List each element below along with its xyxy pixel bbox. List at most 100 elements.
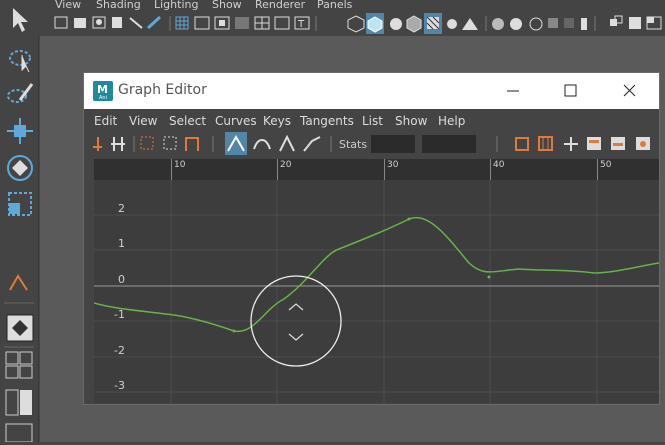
camera-attributes-icon[interactable] — [74, 18, 86, 28]
animation-curve-icon[interactable] — [9, 274, 28, 291]
layout-bottom-icon[interactable] — [5, 423, 33, 443]
image-plane-icon[interactable] — [112, 17, 122, 28]
chevron-down-icon[interactable] — [288, 333, 304, 341]
safe-action-icon[interactable] — [274, 16, 290, 30]
textured-icon[interactable] — [424, 13, 442, 34]
value-tick-neg1: -1 — [114, 308, 125, 321]
layout-two-icon[interactable] — [5, 389, 32, 416]
graph-editor-toolbar: Stats — [84, 131, 659, 157]
scale-tool-icon[interactable] — [8, 192, 32, 216]
insert-key-icon[interactable] — [111, 137, 125, 151]
grease-pencil-icon[interactable] — [146, 15, 162, 30]
scroll-overlay[interactable] — [249, 274, 345, 370]
tick-10: 10 — [174, 160, 186, 170]
tick-30: 30 — [387, 160, 399, 170]
bookmark-icon[interactable] — [92, 16, 106, 29]
move-key-icon[interactable] — [93, 137, 102, 151]
graph-area[interactable] — [89, 159, 660, 403]
menu-shading[interactable]: Shading — [96, 0, 141, 11]
depth-of-field-icon[interactable] — [548, 18, 558, 28]
lattice-deform-icon[interactable] — [140, 136, 154, 150]
menu-panels[interactable]: Panels — [317, 0, 352, 11]
menu-keys[interactable]: Keys — [263, 114, 291, 128]
grid-icon[interactable] — [175, 16, 189, 30]
2d-pan-icon[interactable] — [129, 17, 143, 29]
layout-four-icon[interactable] — [5, 351, 33, 379]
film-gate-icon[interactable] — [194, 16, 210, 30]
stats-field-2[interactable] — [422, 135, 476, 153]
menu-view[interactable]: View — [55, 0, 81, 11]
tick-20: 20 — [280, 160, 292, 170]
animation-curve[interactable] — [93, 216, 660, 333]
two-pane-icon[interactable] — [629, 17, 641, 29]
rotate-tool-icon[interactable] — [7, 155, 33, 181]
menu-view[interactable]: View — [129, 114, 157, 128]
center-current-time-icon[interactable] — [564, 137, 578, 151]
safe-title-icon[interactable]: T — [294, 16, 310, 30]
maximize-icon[interactable] — [564, 84, 577, 97]
frame-playback-icon[interactable] — [538, 136, 553, 151]
gate-mask-icon[interactable] — [235, 17, 249, 29]
move-tool-icon[interactable] — [7, 118, 33, 144]
wireframe-icon[interactable] — [347, 15, 365, 33]
window-controls — [507, 84, 636, 97]
wireframe-on-shaded-icon[interactable] — [406, 15, 422, 33]
four-pane-icon[interactable] — [646, 16, 662, 30]
title-bar[interactable]: M Ani Graph Editor — [84, 73, 659, 109]
lights-icon[interactable] — [447, 19, 457, 29]
xray-icon[interactable] — [581, 18, 587, 30]
retime-tool-icon[interactable] — [185, 137, 199, 151]
stats-field-1[interactable] — [371, 135, 415, 153]
time-ruler[interactable]: 10 20 30 40 50 — [94, 159, 659, 180]
auto-tangent-icon[interactable] — [225, 132, 247, 155]
svg-text:Ani: Ani — [99, 95, 107, 101]
default-material-icon[interactable] — [390, 18, 402, 30]
menu-select[interactable]: Select — [169, 114, 206, 128]
field-chart-icon[interactable] — [254, 16, 270, 30]
menu-lighting[interactable]: Lighting — [154, 0, 198, 11]
select-camera-icon[interactable] — [54, 16, 68, 29]
isolate-select-icon[interactable] — [564, 18, 574, 28]
ambient-occlusion-icon[interactable] — [492, 18, 504, 30]
menu-tangents[interactable]: Tangents — [300, 114, 354, 128]
dope-sheet-icon[interactable] — [587, 137, 601, 150]
tick-50: 50 — [600, 160, 612, 170]
tool-box — [0, 0, 39, 443]
frame-all-icon[interactable] — [515, 137, 529, 151]
spline-tangent-icon[interactable] — [253, 139, 271, 150]
anti-aliasing-icon[interactable] — [529, 17, 543, 31]
lasso-tool-icon[interactable] — [9, 50, 31, 73]
trax-editor-icon[interactable] — [636, 137, 650, 150]
time-grid — [170, 180, 598, 403]
linear-tangent-icon[interactable] — [303, 136, 321, 152]
menu-list[interactable]: List — [362, 114, 383, 128]
time-editor-icon[interactable] — [611, 137, 625, 150]
chevron-up-icon[interactable] — [288, 303, 304, 311]
motion-blur-icon[interactable] — [510, 18, 522, 30]
value-tick-2: 2 — [118, 202, 125, 215]
close-icon[interactable] — [623, 84, 636, 97]
resolution-gate-icon[interactable] — [214, 16, 230, 30]
menu-renderer[interactable]: Renderer — [255, 0, 305, 11]
layout-single-icon[interactable] — [6, 314, 34, 342]
tool-box-icons — [4, 8, 34, 443]
graph-editor-toolbar-icons: Stats — [93, 132, 650, 155]
maya-logo-icon: M Ani — [93, 81, 113, 101]
panel-layout-icon[interactable] — [610, 15, 623, 26]
tick-40: 40 — [493, 160, 505, 170]
graph-canvas — [89, 180, 660, 403]
stats-label: Stats — [339, 138, 367, 151]
menu-help[interactable]: Help — [438, 114, 465, 128]
shadows-icon[interactable] — [462, 18, 478, 30]
clamped-tangent-icon[interactable] — [279, 134, 295, 152]
menu-show[interactable]: Show — [395, 114, 427, 128]
menu-curves[interactable]: Curves — [215, 114, 257, 128]
value-tick-1: 1 — [118, 237, 125, 250]
region-tool-icon[interactable] — [163, 136, 177, 150]
value-tick-neg3: -3 — [114, 379, 125, 392]
paint-select-tool-icon[interactable] — [7, 83, 34, 103]
select-tool-icon[interactable] — [13, 8, 28, 32]
menu-show[interactable]: Show — [212, 0, 242, 11]
smooth-shade-icon[interactable] — [366, 13, 384, 34]
menu-edit[interactable]: Edit — [94, 114, 117, 128]
